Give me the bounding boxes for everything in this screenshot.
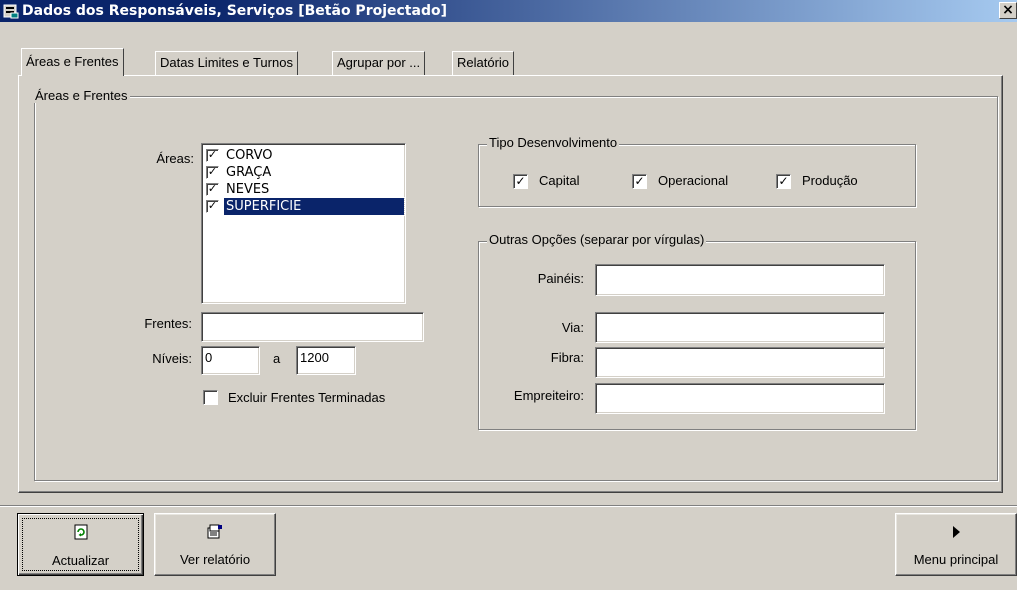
paineis-label: Painéis: bbox=[537, 271, 584, 286]
list-item[interactable]: ✓ CORVO bbox=[204, 147, 404, 164]
list-item-label: GRAÇA bbox=[226, 165, 272, 180]
checkbox-checked-icon[interactable]: ✓ bbox=[206, 149, 219, 162]
excluir-frentes-checkbox[interactable] bbox=[203, 390, 218, 405]
window-title: Dados dos Responsáveis, Serviços [Betão … bbox=[22, 3, 447, 19]
capital-label: Capital bbox=[539, 173, 580, 188]
niveis-to-input[interactable]: 1200 bbox=[296, 346, 356, 375]
ver-relatorio-label: Ver relatório bbox=[179, 552, 251, 567]
operacional-label: Operacional bbox=[658, 173, 729, 188]
areas-frentes-legend: Áreas e Frentes bbox=[33, 88, 130, 103]
checkbox-checked-icon[interactable]: ✓ bbox=[206, 183, 219, 196]
niveis-label: Níveis: bbox=[152, 351, 192, 366]
window-title-bar[interactable]: Dados dos Responsáveis, Serviços [Betão … bbox=[0, 0, 1017, 22]
focus-ring bbox=[22, 518, 139, 571]
checkbox-checked-icon[interactable]: ✓ bbox=[206, 200, 219, 213]
outras-opcoes-legend: Outras Opções (separar por vírgulas) bbox=[487, 232, 707, 247]
tab-agrupar-por[interactable]: Agrupar por ... bbox=[332, 51, 426, 75]
actualizar-button[interactable]: Actualizar bbox=[17, 513, 144, 576]
ver-relatorio-button[interactable]: Ver relatório bbox=[154, 513, 276, 576]
via-label: Via: bbox=[561, 320, 584, 335]
empreiteiro-input[interactable] bbox=[595, 383, 885, 414]
niveis-from-input[interactable]: 0 bbox=[201, 346, 260, 375]
menu-principal-button[interactable]: Menu principal bbox=[895, 513, 1017, 576]
checkbox-checked-icon[interactable]: ✓ bbox=[206, 166, 219, 179]
excluir-frentes-label: Excluir Frentes Terminadas bbox=[228, 390, 386, 405]
list-item-label: NEVES bbox=[226, 182, 270, 197]
list-item[interactable]: ✓ NEVES bbox=[204, 181, 404, 198]
fibra-label: Fibra: bbox=[550, 350, 584, 365]
list-item-label: SUPERFICIE bbox=[223, 197, 405, 216]
report-icon bbox=[207, 524, 222, 539]
play-arrow-icon bbox=[953, 526, 960, 538]
app-icon bbox=[3, 4, 19, 19]
producao-label: Produção bbox=[802, 173, 858, 188]
niveis-separator: a bbox=[273, 351, 281, 366]
tab-datas-limites-turnos[interactable]: Datas Limites e Turnos bbox=[155, 51, 298, 75]
producao-checkbox[interactable]: ✓ bbox=[776, 174, 791, 189]
list-item-label: CORVO bbox=[226, 148, 273, 163]
via-input[interactable] bbox=[595, 312, 885, 343]
paineis-input[interactable] bbox=[595, 264, 885, 296]
tab-relatorio[interactable]: Relatório bbox=[452, 51, 515, 75]
frentes-label: Frentes: bbox=[144, 316, 192, 331]
operacional-checkbox[interactable]: ✓ bbox=[632, 174, 647, 189]
menu-principal-label: Menu principal bbox=[913, 552, 999, 567]
tab-areas-frentes[interactable]: Áreas e Frentes bbox=[21, 48, 124, 76]
tipo-desenvolvimento-legend: Tipo Desenvolvimento bbox=[487, 135, 620, 150]
areas-label: Áreas: bbox=[156, 151, 194, 166]
capital-checkbox[interactable]: ✓ bbox=[513, 174, 528, 189]
empreiteiro-label: Empreiteiro: bbox=[513, 388, 584, 403]
close-button[interactable]: × bbox=[999, 2, 1017, 19]
separator bbox=[0, 505, 1017, 507]
fibra-input[interactable] bbox=[595, 347, 885, 378]
list-item-selected[interactable]: ✓ SUPERFICIE bbox=[204, 197, 405, 216]
areas-listbox[interactable]: ✓ CORVO ✓ GRAÇA ✓ NEVES ✓ SUPERFICIE bbox=[201, 143, 406, 304]
list-item[interactable]: ✓ GRAÇA bbox=[204, 164, 404, 181]
frentes-input[interactable] bbox=[201, 312, 424, 342]
